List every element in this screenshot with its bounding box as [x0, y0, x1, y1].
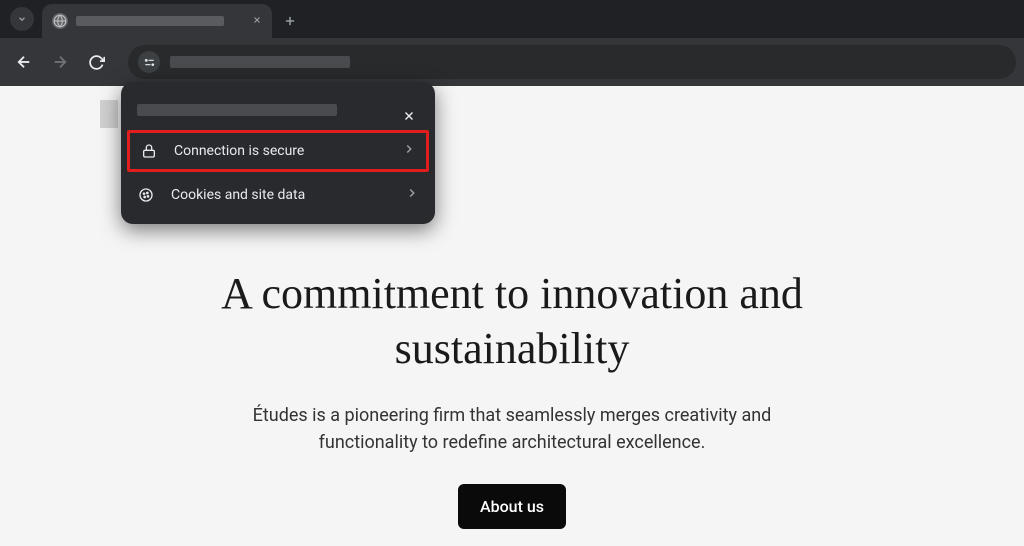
- close-tab-button[interactable]: [252, 13, 262, 29]
- obscured-element: [100, 100, 118, 128]
- address-url-obscured: [170, 56, 350, 68]
- browser-tab[interactable]: [42, 4, 272, 38]
- address-bar[interactable]: [128, 45, 1016, 79]
- reload-icon: [88, 54, 105, 71]
- popup-site-name-obscured: [137, 104, 337, 116]
- tab-title-obscured: [76, 16, 224, 26]
- site-settings-button[interactable]: [138, 51, 160, 73]
- chevron-right-icon: [405, 186, 419, 204]
- chevron-down-icon: [17, 14, 27, 24]
- plus-icon: [283, 14, 297, 28]
- cookies-row[interactable]: Cookies and site data: [121, 174, 435, 216]
- new-tab-button[interactable]: [276, 7, 304, 35]
- popup-close-button[interactable]: [397, 104, 421, 128]
- cookie-icon: [137, 186, 155, 204]
- about-us-button[interactable]: About us: [458, 484, 566, 529]
- site-info-popup: Connection is secure Cookies and site da…: [121, 82, 435, 224]
- reload-button[interactable]: [80, 46, 112, 78]
- arrow-left-icon: [15, 53, 33, 71]
- back-button[interactable]: [8, 46, 40, 78]
- connection-secure-row[interactable]: Connection is secure: [127, 130, 429, 172]
- lock-icon: [140, 142, 158, 160]
- forward-button[interactable]: [44, 46, 76, 78]
- popup-header: [121, 90, 435, 128]
- browser-chrome: [0, 0, 1024, 86]
- close-icon: [252, 15, 262, 25]
- tune-icon: [143, 56, 156, 69]
- chevron-right-icon: [402, 142, 416, 160]
- browser-toolbar: [0, 38, 1024, 86]
- arrow-right-icon: [51, 53, 69, 71]
- page-subtitle: Études is a pioneering firm that seamles…: [202, 402, 822, 456]
- connection-secure-label: Connection is secure: [174, 143, 386, 159]
- tab-bar: [0, 0, 1024, 38]
- close-icon: [402, 109, 416, 123]
- cookies-label: Cookies and site data: [171, 187, 389, 203]
- page-title: A commitment to innovation and sustainab…: [152, 266, 872, 376]
- tabs-dropdown-button[interactable]: [10, 7, 34, 31]
- globe-icon: [52, 13, 68, 29]
